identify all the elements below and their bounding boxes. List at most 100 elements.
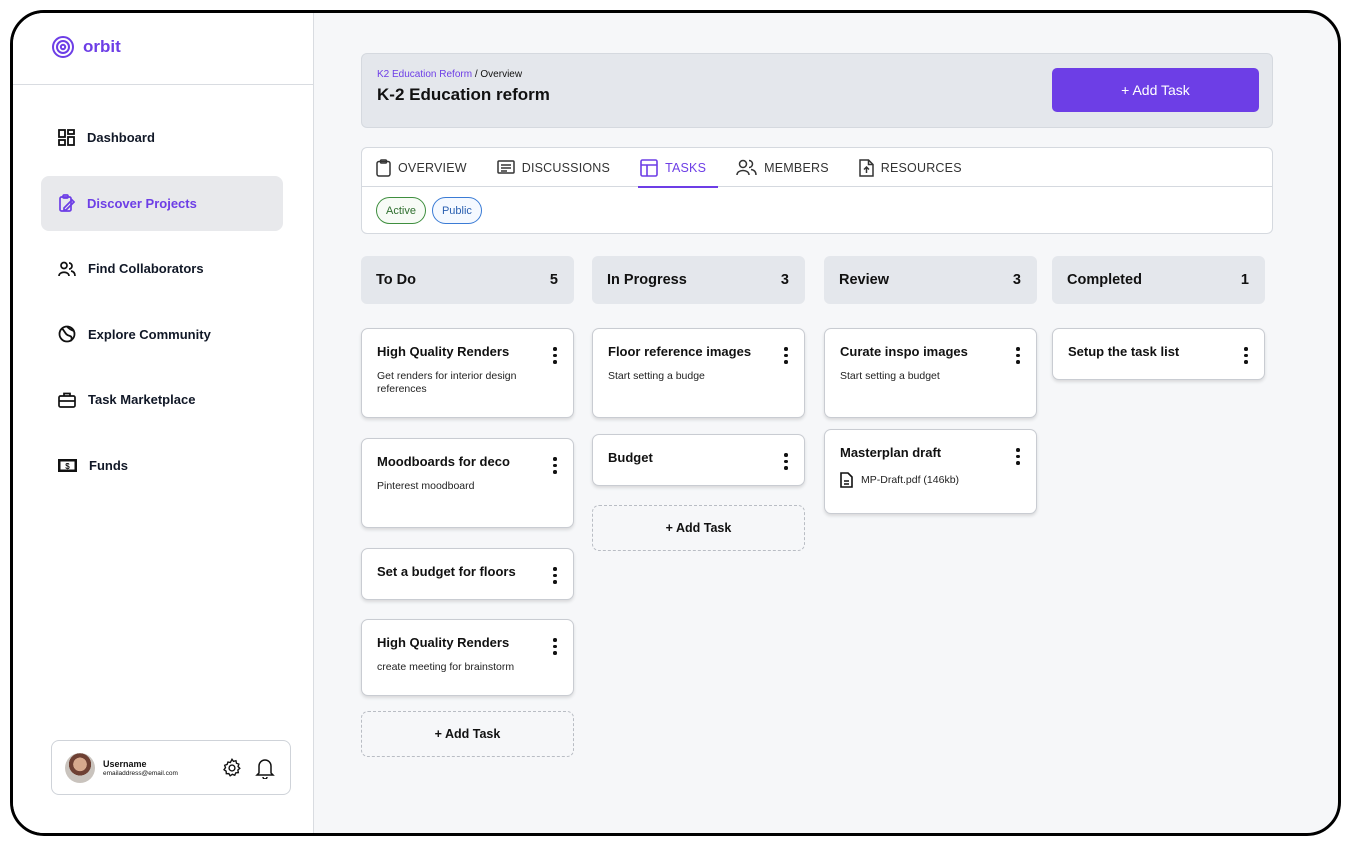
message-icon — [497, 159, 515, 174]
task-title: Setup the task list — [1068, 344, 1180, 359]
status-badge-public: Public — [431, 197, 482, 224]
more-options-icon[interactable] — [550, 457, 560, 475]
clipboard-edit-icon — [59, 194, 75, 212]
add-task-button[interactable]: + Add Task — [592, 505, 805, 551]
layout-icon — [640, 158, 658, 177]
task-title: High Quality Renders — [377, 635, 510, 650]
column-count: 3 — [1012, 272, 1021, 288]
board-column-in-progress: In Progress 3 Floor reference images Sta… — [592, 256, 805, 551]
task-card[interactable]: Floor reference images Start setting a b… — [592, 328, 805, 418]
gear-icon — [223, 757, 241, 777]
attachment-name: MP-Draft.pdf (146kb) — [861, 474, 960, 486]
task-card[interactable]: Masterplan draft MP-Draft.pdf (146kb) — [824, 429, 1037, 514]
project-header: K2 Education Reform / Overview K-2 Educa… — [361, 53, 1273, 128]
tab-members[interactable]: MEMBERS — [736, 148, 843, 187]
sidebar-item-explore-community[interactable]: Explore Community — [41, 307, 283, 362]
brand[interactable]: orbit — [51, 35, 121, 59]
tab-overview[interactable]: OVERVIEW — [376, 148, 481, 187]
task-card[interactable]: Set a budget for floors — [361, 548, 574, 600]
more-options-icon[interactable] — [1013, 347, 1023, 365]
file-upload-icon — [859, 158, 874, 177]
column-title: In Progress — [607, 272, 687, 288]
sidebar-item-discover-projects[interactable]: Discover Projects — [41, 175, 283, 231]
task-card[interactable]: Budget — [592, 434, 805, 486]
settings-button[interactable] — [218, 754, 246, 782]
task-title: Budget — [608, 450, 653, 465]
attachment[interactable]: MP-Draft.pdf (146kb) — [840, 472, 1021, 488]
task-description: Start setting a budge — [608, 370, 705, 382]
column-title: To Do — [376, 272, 416, 288]
sidebar-item-label: Find Collaborators — [88, 261, 204, 276]
task-description: Pinterest moodboard — [377, 480, 475, 492]
main-content: K2 Education Reform / Overview K-2 Educa… — [315, 13, 1338, 833]
tab-resources[interactable]: RESOURCES — [859, 148, 976, 187]
sidebar-item-task-marketplace[interactable]: Task Marketplace — [41, 372, 283, 427]
board-column-todo: To Do 5 High Quality Renders Get renders… — [361, 256, 574, 757]
more-options-icon[interactable] — [550, 347, 560, 365]
tab-label: DISCUSSIONS — [521, 160, 611, 175]
sidebar-item-label: Dashboard — [87, 130, 155, 145]
user-email: emailaddress@email.com — [103, 769, 178, 777]
tabs-panel: OVERVIEW DISCUSSIONS TASKS MEMBERS RESOU… — [361, 147, 1273, 234]
column-count: 5 — [549, 272, 558, 288]
app-window: orbit Dashboard Discover Projects Find C… — [10, 10, 1341, 836]
task-card[interactable]: High Quality Renders Get renders for int… — [361, 328, 574, 418]
task-card[interactable]: Curate inspo images Start setting a budg… — [824, 328, 1037, 418]
notifications-button[interactable] — [251, 754, 279, 782]
sidebar-divider — [13, 84, 313, 85]
sidebar-item-find-collaborators[interactable]: Find Collaborators — [41, 241, 283, 296]
task-title: High Quality Renders — [377, 344, 510, 359]
column-title: Review — [839, 272, 889, 288]
task-title: Curate inspo images — [840, 344, 968, 359]
dashboard-icon — [58, 129, 75, 146]
status-pills: Active Public — [376, 197, 482, 224]
column-header: To Do 5 — [361, 256, 574, 304]
sidebar-item-label: Discover Projects — [87, 195, 197, 211]
column-header: Review 3 — [824, 256, 1037, 304]
column-header: Completed 1 — [1052, 256, 1265, 304]
clipboard-icon — [376, 158, 391, 177]
column-count: 1 — [1240, 272, 1249, 288]
task-title: Set a budget for floors — [377, 564, 516, 579]
column-title: Completed — [1067, 272, 1142, 288]
sidebar: orbit Dashboard Discover Projects Find C… — [13, 13, 314, 833]
tab-label: RESOURCES — [880, 160, 962, 175]
tab-label: OVERVIEW — [398, 160, 467, 175]
sidebar-nav: Dashboard Discover Projects Find Collabo… — [41, 110, 283, 503]
breadcrumb-link[interactable]: K2 Education Reform — [377, 69, 472, 80]
bell-icon — [255, 758, 275, 779]
more-options-icon[interactable] — [550, 638, 560, 656]
task-title: Moodboards for deco — [377, 454, 510, 469]
breadcrumb: K2 Education Reform / Overview — [377, 69, 522, 80]
tab-discussions[interactable]: DISCUSSIONS — [497, 148, 624, 187]
task-title: Floor reference images — [608, 344, 752, 359]
more-options-icon[interactable] — [1241, 347, 1251, 365]
users-icon — [58, 261, 76, 276]
task-card[interactable]: High Quality Renders create meeting for … — [361, 619, 574, 696]
user-name: Username — [103, 758, 147, 769]
sidebar-item-label: Explore Community — [88, 326, 211, 342]
more-options-icon[interactable] — [1013, 448, 1023, 466]
avatar[interactable] — [65, 752, 95, 783]
column-header: In Progress 3 — [592, 256, 805, 304]
task-card[interactable]: Moodboards for deco Pinterest moodboard — [361, 438, 574, 528]
more-options-icon[interactable] — [781, 347, 791, 365]
task-description: Start setting a budget — [840, 370, 940, 382]
task-description: Get renders for interior design referenc… — [377, 370, 517, 395]
more-options-icon[interactable] — [781, 453, 791, 471]
briefcase-icon — [58, 392, 76, 408]
tab-bar: OVERVIEW DISCUSSIONS TASKS MEMBERS RESOU… — [362, 148, 1272, 188]
sidebar-item-dashboard[interactable]: Dashboard — [41, 110, 283, 165]
sidebar-item-funds[interactable]: $ Funds — [41, 438, 283, 493]
sidebar-item-label: Task Marketplace — [88, 392, 196, 407]
add-task-button[interactable]: + Add Task — [361, 711, 574, 757]
task-card[interactable]: Setup the task list — [1052, 328, 1265, 380]
users-icon — [736, 159, 757, 176]
sidebar-item-label: Funds — [89, 457, 128, 473]
column-count: 3 — [780, 272, 789, 288]
add-task-button[interactable]: + Add Task — [1052, 68, 1259, 112]
brand-name: orbit — [83, 37, 121, 56]
user-card: Username emailaddress@email.com — [51, 740, 291, 795]
more-options-icon[interactable] — [550, 567, 560, 585]
tab-tasks[interactable]: TASKS — [638, 148, 720, 188]
